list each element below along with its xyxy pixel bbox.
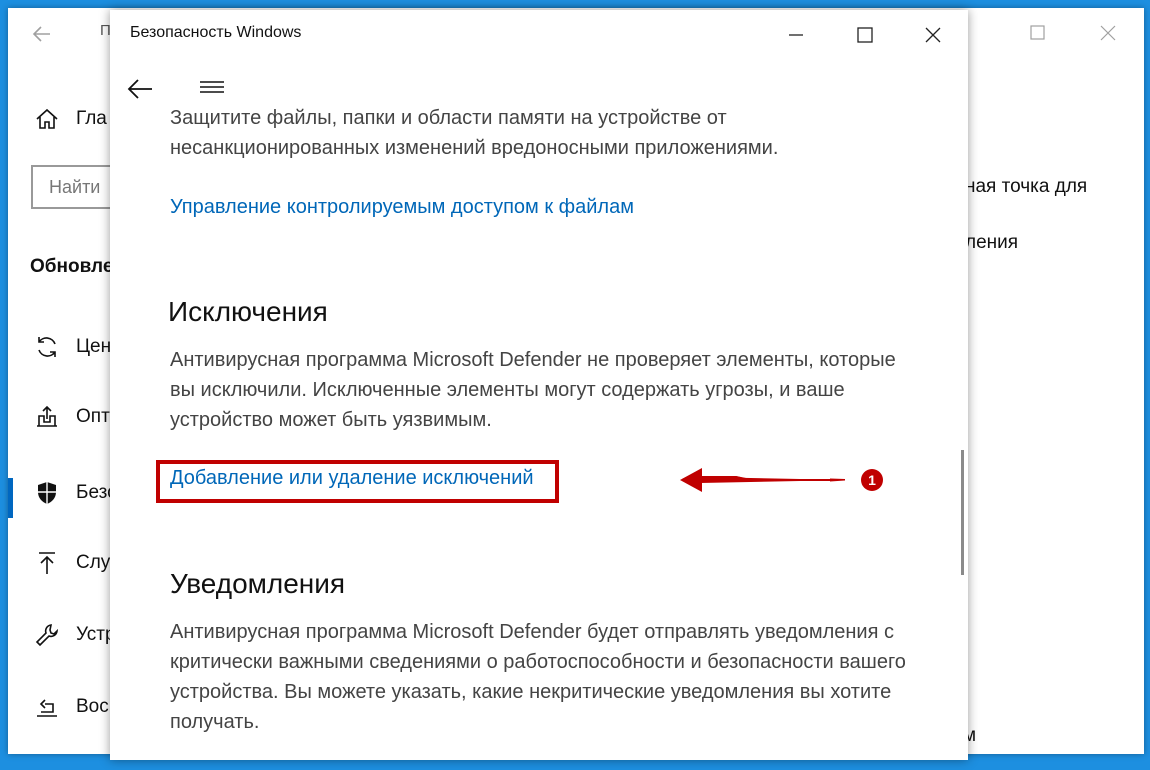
section-title: Обновле — [30, 256, 114, 277]
right-text-line: ления — [965, 232, 1019, 253]
windows-security-window: Безопасность Windows Защитите файлы, пап… — [110, 10, 968, 760]
close-icon[interactable] — [1085, 18, 1131, 48]
add-remove-exclusions-link[interactable]: Добавление или удаление исключений — [170, 467, 534, 490]
nav-label: Слу — [76, 552, 111, 573]
shield-icon — [34, 480, 60, 506]
controlled-folder-access-link[interactable]: Управление контролируемым доступом к фай… — [170, 196, 634, 219]
selected-indicator — [8, 478, 13, 518]
recovery-icon — [34, 694, 60, 720]
back-arrow-icon[interactable] — [124, 74, 156, 104]
intro-description: Защитите файлы, папки и области памяти н… — [170, 107, 779, 159]
maximize-icon[interactable] — [1015, 18, 1061, 48]
notifications-description: Антивирусная программа Microsoft Defende… — [170, 621, 906, 733]
search-placeholder: Найти — [49, 177, 101, 197]
maximize-icon[interactable] — [841, 18, 889, 52]
window-title: Безопасность Windows — [130, 24, 302, 41]
exclusions-description: Антивирусная программа Microsoft Defende… — [170, 349, 896, 431]
upload-icon — [34, 550, 60, 576]
close-icon[interactable] — [909, 18, 957, 52]
exclusions-heading: Исключения — [168, 296, 328, 327]
nav-label: Опт — [76, 406, 110, 427]
wrench-icon — [34, 622, 60, 648]
delivery-optimization-icon — [34, 404, 60, 430]
nav-label: Гла — [76, 108, 107, 129]
home-icon — [34, 106, 60, 132]
hamburger-menu-icon[interactable] — [198, 76, 228, 100]
notifications-heading: Уведомления — [170, 568, 346, 599]
nav-label: Цен — [76, 336, 112, 357]
right-text-line: ная точка для — [965, 176, 1088, 197]
back-arrow-icon[interactable] — [30, 22, 70, 52]
title-bar[interactable]: Безопасность Windows — [110, 10, 968, 60]
annotation-arrow: 1 — [680, 465, 910, 505]
step-number: 1 — [868, 472, 876, 488]
nav-label: Вос — [76, 696, 109, 717]
scrollbar[interactable] — [961, 450, 964, 575]
sync-icon — [34, 334, 60, 360]
minimize-icon[interactable] — [772, 18, 820, 52]
